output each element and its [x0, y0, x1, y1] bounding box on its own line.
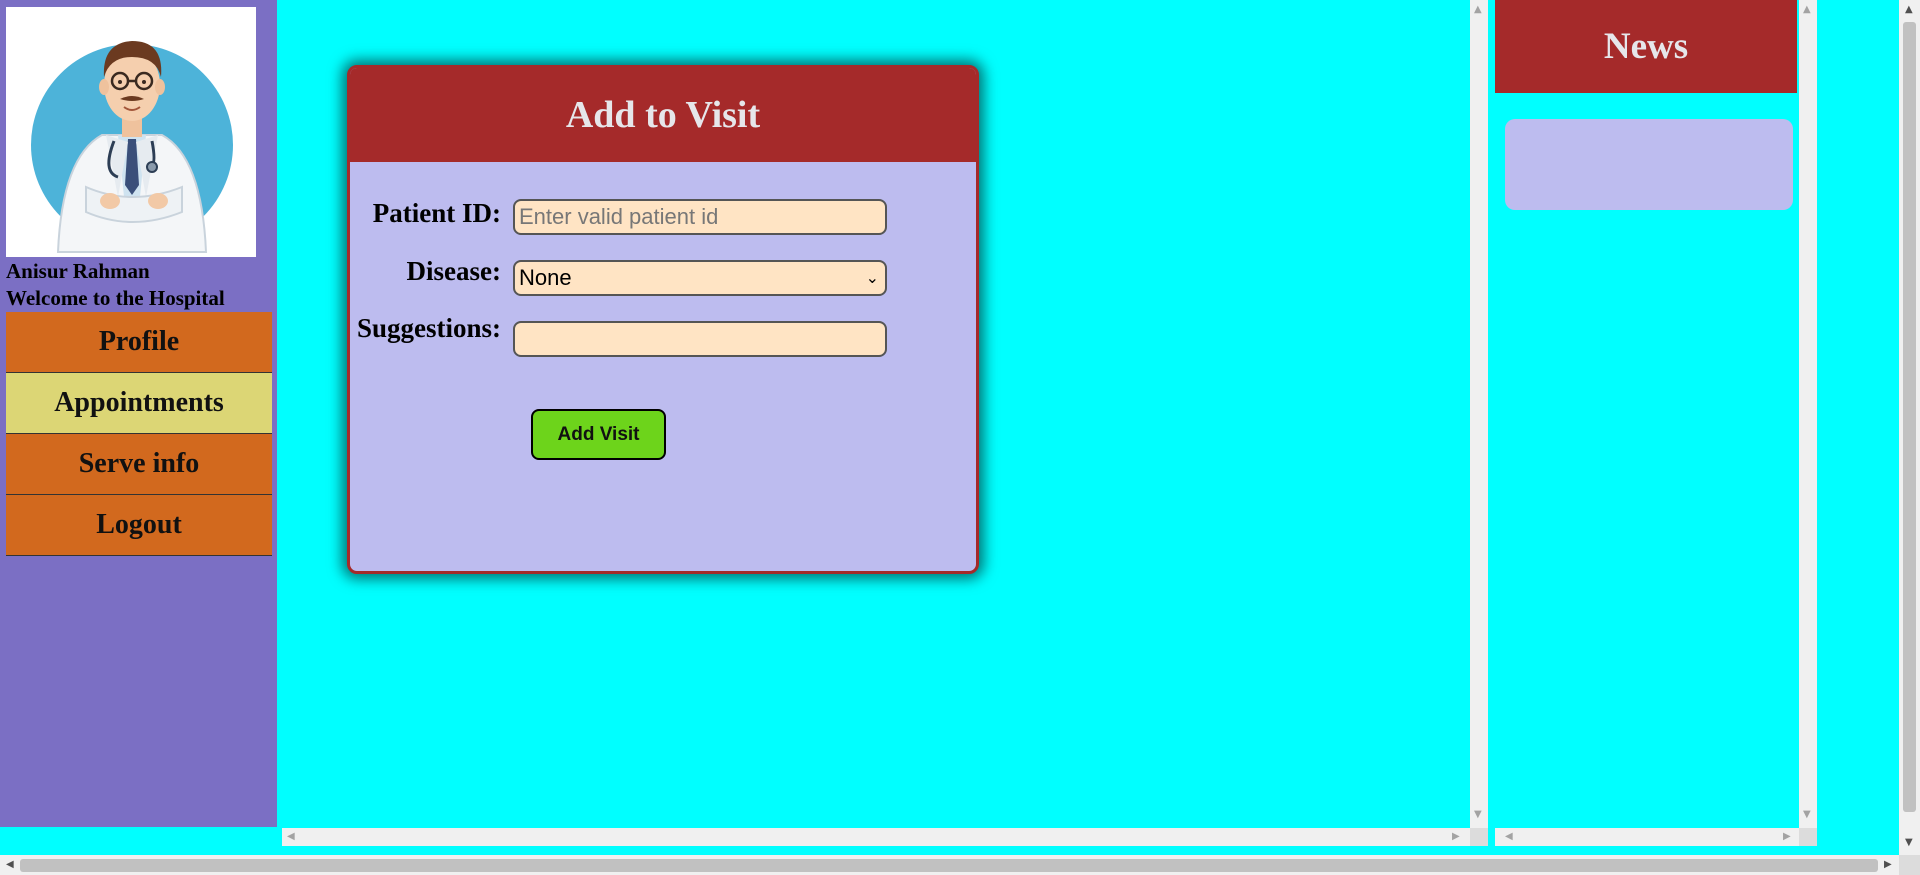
page-vertical-scrollbar[interactable]: ▲ ▼ — [1899, 0, 1920, 855]
news-frame: News ▲ ▼ ◀ ▶ — [1495, 0, 1822, 848]
scroll-down-arrow-icon[interactable]: ▼ — [1474, 810, 1482, 820]
scroll-down-arrow-icon[interactable]: ▼ — [1803, 810, 1811, 820]
scroll-left-arrow-icon[interactable]: ◀ — [287, 832, 295, 842]
disease-label: Disease: — [406, 256, 501, 286]
page-scrollbar-corner — [1899, 855, 1920, 875]
main-frame: Add to Visit Patient ID: Disease: None ⌄… — [277, 0, 1495, 848]
nav-item-serve-info[interactable]: Serve info — [6, 434, 272, 495]
scroll-down-arrow-icon[interactable]: ▼ — [1905, 838, 1913, 848]
suggestions-input[interactable] — [513, 321, 887, 357]
sidebar-nav: Profile Appointments Serve info Logout — [6, 312, 272, 556]
doctor-illustration-icon — [31, 41, 233, 253]
disease-selected-value: None — [519, 265, 572, 290]
welcome-message: Welcome to the Hospital — [6, 286, 225, 310]
news-header: News — [1495, 0, 1797, 93]
scrollbar-corner — [1799, 828, 1817, 846]
scroll-up-arrow-icon[interactable]: ▲ — [1474, 5, 1482, 15]
scroll-left-arrow-icon[interactable]: ◀ — [1505, 832, 1513, 842]
nav-item-logout[interactable]: Logout — [6, 495, 272, 556]
doctor-avatar — [6, 7, 256, 257]
user-name: Anisur Rahman — [6, 259, 150, 283]
news-horizontal-scrollbar[interactable]: ◀ ▶ — [1495, 828, 1799, 846]
patient-id-label: Patient ID: — [372, 198, 501, 228]
scrollbar-corner — [1470, 828, 1488, 846]
chevron-down-icon: ⌄ — [865, 270, 879, 287]
news-vertical-scrollbar[interactable]: ▲ ▼ — [1799, 0, 1817, 828]
scroll-right-arrow-icon[interactable]: ▶ — [1884, 860, 1892, 870]
add-visit-button[interactable]: Add Visit — [531, 409, 666, 460]
card-title: Add to Visit — [565, 94, 761, 136]
main-horizontal-scrollbar[interactable]: ◀ ▶ — [282, 828, 1470, 846]
nav-item-profile[interactable]: Profile — [6, 312, 272, 373]
page-horizontal-scrollbar[interactable]: ◀ ▶ — [0, 855, 1899, 875]
add-visit-card: Add to Visit Patient ID: Disease: None ⌄… — [347, 65, 979, 574]
news-title: News — [1603, 26, 1689, 67]
news-content-box — [1505, 119, 1793, 210]
scroll-right-arrow-icon[interactable]: ▶ — [1783, 832, 1791, 842]
card-header: Add to Visit — [350, 68, 976, 162]
scroll-right-arrow-icon[interactable]: ▶ — [1452, 832, 1460, 842]
disease-select[interactable]: None ⌄ — [513, 260, 887, 296]
main-vertical-scrollbar[interactable]: ▲ ▼ — [1470, 0, 1488, 828]
page-horizontal-scroll-thumb[interactable] — [20, 859, 1878, 872]
scroll-up-arrow-icon[interactable]: ▲ — [1803, 5, 1811, 15]
page-vertical-scroll-thumb[interactable] — [1903, 22, 1916, 812]
suggestions-label: Suggestions: — [356, 313, 501, 343]
sidebar: Anisur Rahman Welcome to the Hospital Pr… — [0, 0, 277, 827]
patient-id-input[interactable] — [513, 199, 887, 235]
scroll-left-arrow-icon[interactable]: ◀ — [6, 860, 14, 870]
nav-item-appointments[interactable]: Appointments — [6, 373, 272, 434]
scroll-up-arrow-icon[interactable]: ▲ — [1905, 5, 1913, 15]
